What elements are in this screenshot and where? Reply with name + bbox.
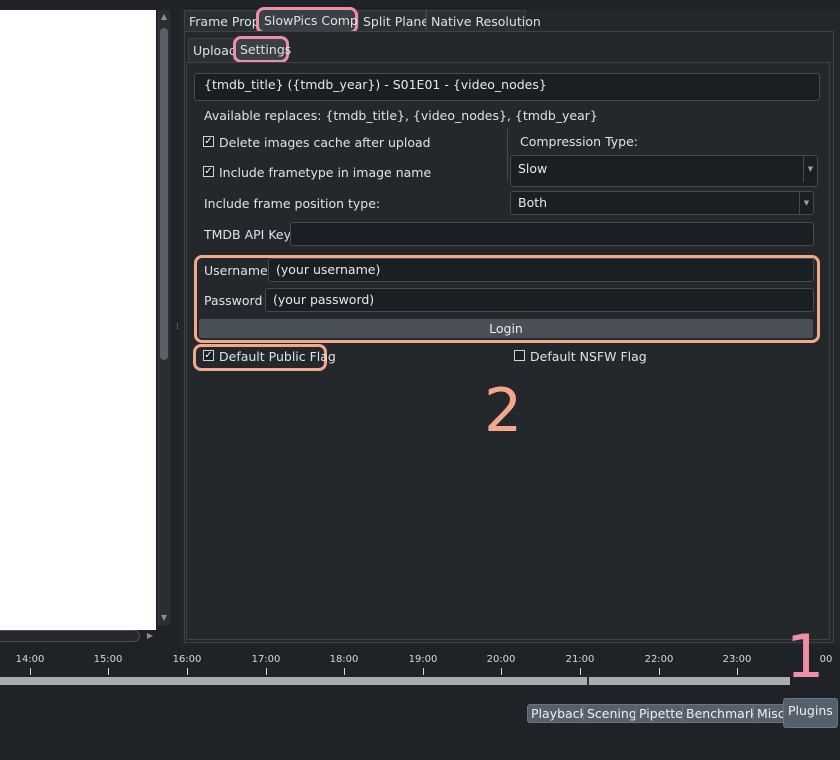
tab-slowpics-comps[interactable]: SlowPics Comps: [256, 7, 364, 34]
chevron-down-icon: ▼: [803, 156, 817, 182]
tmdb-api-key-input[interactable]: [290, 222, 814, 246]
timeline-tick-label: 18:00: [329, 654, 359, 665]
delete-cache-checkbox[interactable]: ✓: [203, 136, 214, 147]
include-frametype-label: Include frametype in image name: [219, 165, 432, 180]
tmdb-api-key-label: TMDB API Key: [204, 227, 292, 242]
include-frametype-checkbox[interactable]: ✓: [203, 166, 214, 177]
default-nsfw-checkbox[interactable]: [514, 350, 525, 361]
timeline-tick-mark: [659, 668, 660, 675]
timeline-tick-mark: [30, 668, 31, 675]
tab-split-planes[interactable]: Split Planes: [358, 10, 436, 32]
playback-button[interactable]: Playback: [527, 704, 591, 723]
default-public-checkbox[interactable]: ✓: [203, 350, 214, 361]
login-button[interactable]: Login: [199, 319, 813, 338]
timeline-tick-label: 22:00: [644, 654, 674, 665]
scroll-down-icon[interactable]: ▼: [159, 613, 169, 623]
default-nsfw-label: Default NSFW Flag: [530, 349, 647, 364]
scroll-right-icon[interactable]: ▶: [145, 631, 155, 641]
scroll-up-icon[interactable]: ▲: [159, 12, 169, 22]
vertical-divider: [507, 129, 508, 181]
timeline-cursor[interactable]: [587, 674, 589, 686]
timeline-tick-mark: [580, 668, 581, 675]
timeline-tick-mark: [187, 668, 188, 675]
plugins-button[interactable]: Plugins: [783, 698, 838, 728]
callout-number-1: 1: [786, 622, 825, 692]
video-viewport[interactable]: [0, 10, 156, 630]
horizontal-scrollbar[interactable]: [0, 630, 140, 642]
timeline-tick-mark: [108, 668, 109, 675]
timeline-tick-mark: [423, 668, 424, 675]
frame-position-select[interactable]: Both ▼: [510, 191, 814, 215]
timeline-tick-mark: [501, 668, 502, 675]
title-template-input[interactable]: {tmdb_title} ({tmdb_year}) - S01E01 - {v…: [194, 73, 820, 101]
timeline-tick-label: 21:00: [565, 654, 595, 665]
compression-type-label: Compression Type:: [520, 134, 639, 149]
callout-number-2: 2: [484, 376, 523, 446]
pipette-button[interactable]: Pipette: [635, 704, 687, 723]
chevron-down-icon: ▼: [799, 192, 813, 214]
default-public-label: Default Public Flag: [219, 349, 336, 364]
frame-position-value: Both: [518, 195, 548, 210]
timeline-tick-label: 15:00: [93, 654, 123, 665]
timeline-tick-label: 23:00: [722, 654, 752, 665]
compression-type-value: Slow: [518, 161, 548, 176]
timeline-tick-label: 14:00: [15, 654, 45, 665]
compression-type-select[interactable]: Slow ▼: [510, 155, 818, 187]
tab-frame-props[interactable]: Frame Props: [184, 10, 266, 32]
tab-native-resolution[interactable]: Native Resolution: [426, 10, 541, 32]
timeline-tick-label: 19:00: [408, 654, 438, 665]
username-label: Username: [204, 263, 268, 278]
tab-settings[interactable]: Settings: [233, 36, 291, 63]
benchmark-button[interactable]: Benchmark: [682, 704, 762, 723]
frame-position-label: Include frame position type:: [204, 196, 381, 211]
available-replaces-text: Available replaces: {tmdb_title}, {video…: [204, 108, 598, 123]
username-input[interactable]: (your username): [268, 258, 814, 282]
scening-button[interactable]: Scening: [583, 704, 641, 723]
timeline-tick-mark: [737, 668, 738, 675]
password-label: Password: [204, 293, 263, 308]
delete-cache-label: Delete images cache after upload: [219, 135, 431, 150]
timeline-tick-mark: [344, 668, 345, 675]
timeline-tick-label: 17:00: [251, 654, 281, 665]
timeline-tick-label: 16:00: [172, 654, 202, 665]
vertical-scrollbar-thumb[interactable]: [160, 28, 168, 360]
password-input[interactable]: (your password): [265, 288, 814, 312]
timeline-tick-label: 20:00: [486, 654, 516, 665]
timeline-tick-mark: [266, 668, 267, 675]
timeline-bar[interactable]: [0, 677, 790, 685]
tab-upload[interactable]: Upload: [188, 38, 237, 62]
